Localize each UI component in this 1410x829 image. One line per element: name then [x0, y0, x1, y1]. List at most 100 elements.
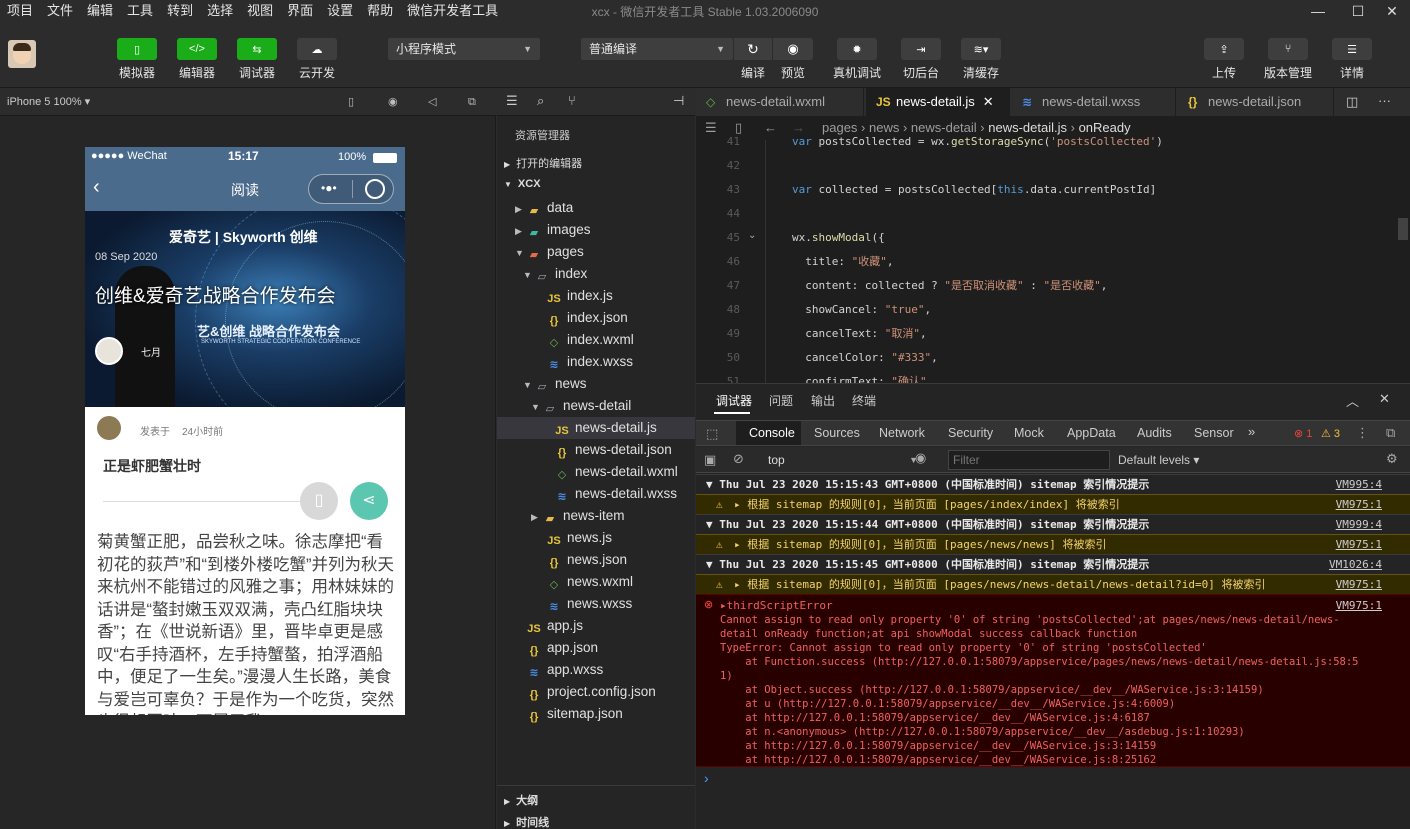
log-source-link[interactable]: VM999:4: [1336, 515, 1382, 535]
breadcrumb-item[interactable]: pages: [822, 120, 857, 135]
console-tab[interactable]: Mock: [1014, 421, 1044, 445]
error-count[interactable]: ⊗ 1: [1294, 427, 1312, 440]
tree-item[interactable]: ▼ ▱ index: [497, 263, 695, 285]
close-window-button[interactable]: ✕: [1372, 0, 1410, 22]
timeline-section[interactable]: ▶ 时间线: [504, 814, 549, 829]
menu-item[interactable]: 转到: [160, 0, 200, 22]
tree-item[interactable]: JS index.js: [497, 285, 695, 307]
phone-icon[interactable]: ▯: [348, 88, 354, 116]
console-tab[interactable]: Audits: [1137, 421, 1172, 445]
tree-item[interactable]: ▼ ▱ news: [497, 373, 695, 395]
devtools-tab[interactable]: 终端: [852, 392, 876, 409]
menu-item[interactable]: 帮助: [360, 0, 400, 22]
gear-icon[interactable]: ⚙: [1386, 451, 1398, 467]
maximize-panel-icon[interactable]: ︿: [1346, 391, 1359, 410]
context-select[interactable]: top ▼: [760, 449, 926, 471]
volume-icon[interactable]: ◁: [428, 88, 436, 116]
simulator-toggle-button[interactable]: ▯: [117, 38, 157, 60]
project-section[interactable]: ▼ XCX: [504, 178, 541, 190]
tree-item[interactable]: {} index.json: [497, 307, 695, 329]
console-prompt[interactable]: ›: [704, 770, 709, 786]
tree-item[interactable]: ▼ ▰ pages: [497, 241, 695, 263]
console-tab[interactable]: Sources: [814, 421, 860, 445]
devtools-tab[interactable]: 输出: [811, 392, 835, 409]
log-group-header[interactable]: ▼ Thu Jul 23 2020 15:15:44 GMT+0800 (中国标…: [696, 514, 1410, 534]
devtools-tab[interactable]: 调试器: [716, 392, 752, 409]
tree-item[interactable]: JS app.js: [497, 615, 695, 637]
tree-item[interactable]: {} app.json: [497, 637, 695, 659]
list-icon[interactable]: ☰: [506, 93, 518, 109]
outline-section[interactable]: ▶ 大纲: [504, 792, 538, 808]
menu-item[interactable]: 选择: [200, 0, 240, 22]
menu-item[interactable]: 项目: [0, 0, 40, 22]
clear-cache-button[interactable]: ≋▾: [961, 38, 1001, 60]
clear-console-icon[interactable]: ⊘: [733, 451, 744, 467]
record-icon[interactable]: ◉: [388, 88, 398, 116]
undock-icon[interactable]: ⧉: [1386, 425, 1395, 441]
preview-button[interactable]: ◉: [773, 38, 813, 60]
version-manage-button[interactable]: ⑂: [1268, 38, 1308, 60]
warning-entry[interactable]: ⚠ ▸ 根据 sitemap 的规则[0]，当前页面 [pages/news/ne…: [696, 534, 1410, 554]
menu-item[interactable]: 工具: [120, 0, 160, 22]
tree-item[interactable]: JS news.js: [497, 527, 695, 549]
mode-select[interactable]: 小程序模式 ▼: [388, 38, 540, 60]
error-head[interactable]: ▸thirdScriptError: [720, 599, 833, 612]
tree-item[interactable]: ≋ app.wxss: [497, 659, 695, 681]
cloud-dev-button[interactable]: ☁: [297, 38, 337, 60]
fold-icon[interactable]: ⌄: [748, 230, 756, 241]
breadcrumb-item[interactable]: news-detail: [911, 120, 977, 135]
code-area[interactable]: 41 var postsCollected = wx.getStorageSync…: [696, 134, 1410, 383]
error-source-link[interactable]: VM975:1: [1336, 599, 1382, 612]
log-source-link[interactable]: VM995:4: [1336, 475, 1382, 495]
console-tab[interactable]: AppData: [1067, 421, 1116, 445]
avatar[interactable]: [8, 40, 36, 68]
menu-item[interactable]: 视图: [240, 0, 280, 22]
editor-tab[interactable]: {} news-detail.json: [1178, 88, 1334, 116]
editor-toggle-button[interactable]: </>: [177, 38, 217, 60]
inspect-icon[interactable]: ⬚: [706, 426, 718, 442]
tree-item[interactable]: ▶ ▰ images: [497, 219, 695, 241]
log-source-link[interactable]: VM975:1: [1336, 535, 1382, 555]
editor-tab[interactable]: ◇ news-detail.wxml: [696, 88, 864, 116]
menu-item[interactable]: 文件: [40, 0, 80, 22]
log-source-link[interactable]: VM975:1: [1336, 495, 1382, 515]
eye-icon[interactable]: ◉: [915, 450, 926, 466]
log-group-header[interactable]: ▼ Thu Jul 23 2020 15:15:45 GMT+0800 (中国标…: [696, 554, 1410, 574]
open-editors-section[interactable]: ▶ 打开的编辑器: [504, 155, 582, 171]
more-icon[interactable]: •●•: [321, 181, 337, 195]
console-tab[interactable]: Network: [879, 421, 925, 445]
more-tabs-icon[interactable]: »: [1248, 424, 1255, 439]
breadcrumb-item[interactable]: onReady: [1079, 120, 1131, 135]
log-levels-select[interactable]: Default levels ▾: [1118, 453, 1199, 467]
close-icon[interactable]: ✕: [983, 94, 994, 109]
details-button[interactable]: ☰: [1332, 38, 1372, 60]
tree-item[interactable]: {} sitemap.json: [497, 703, 695, 725]
popout-icon[interactable]: ⧉: [468, 88, 476, 116]
more-actions-icon[interactable]: ···: [1378, 93, 1391, 108]
menu-item[interactable]: 界面: [280, 0, 320, 22]
tree-item[interactable]: ▶ ▰ data: [497, 197, 695, 219]
tree-item[interactable]: ▶ ▰ news-item: [497, 505, 695, 527]
debugger-toggle-button[interactable]: ⇆: [237, 38, 277, 60]
warning-entry[interactable]: ⚠ ▸ 根据 sitemap 的规则[0]，当前页面 [pages/news/ne…: [696, 574, 1410, 594]
close-panel-icon[interactable]: ✕: [1379, 391, 1390, 407]
log-source-link[interactable]: VM975:1: [1336, 575, 1382, 595]
console-tab[interactable]: Sensor: [1194, 421, 1234, 445]
breadcrumb-item[interactable]: news: [869, 120, 899, 135]
menu-item[interactable]: 微信开发者工具: [400, 0, 505, 22]
share-button[interactable]: ⋖: [350, 482, 388, 520]
branch-icon[interactable]: ⑂: [568, 93, 576, 108]
upload-button[interactable]: ⇪: [1204, 38, 1244, 60]
tree-item[interactable]: {} project.config.json: [497, 681, 695, 703]
menu-item[interactable]: 设置: [320, 0, 360, 22]
tree-item[interactable]: ≋ news.wxss: [497, 593, 695, 615]
warning-entry[interactable]: ⚠ ▸ 根据 sitemap 的规则[0]，当前页面 [pages/index/i…: [696, 494, 1410, 514]
scrollbar[interactable]: [1398, 218, 1408, 240]
warning-count[interactable]: ⚠ 3: [1321, 427, 1340, 440]
tree-item[interactable]: {} news-detail.json: [497, 439, 695, 461]
devtools-tab[interactable]: 问题: [769, 392, 793, 409]
minimize-button[interactable]: —: [1298, 0, 1338, 22]
bookmark-button[interactable]: ▯: [300, 482, 338, 520]
background-button[interactable]: ⇥: [901, 38, 941, 60]
console-tab[interactable]: Console: [749, 421, 795, 445]
